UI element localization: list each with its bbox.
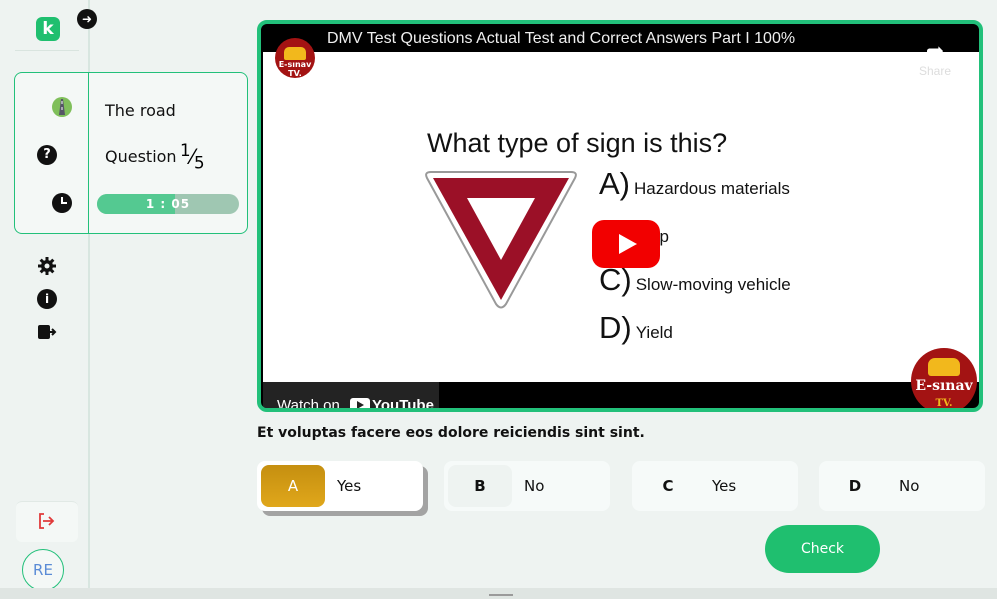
timer-text: 1 : 05 xyxy=(145,197,191,211)
exit-icon[interactable] xyxy=(36,511,56,531)
option-text: Hazardous materials xyxy=(634,179,790,198)
brand-sub: TV. xyxy=(935,398,953,409)
answer-value: Yes xyxy=(337,477,362,495)
video-frame-content: What type of sign is this? A) Hazardous m… xyxy=(263,52,979,408)
option-text: Slow-moving vehicle xyxy=(635,275,791,294)
answer-key: D xyxy=(848,477,862,495)
video-option-d: D) Yield xyxy=(599,310,673,346)
yield-sign-icon xyxy=(425,171,577,309)
exit-card xyxy=(16,501,78,542)
resize-handle[interactable] xyxy=(489,594,513,596)
youtube-logo-icon: YouTube xyxy=(349,382,434,412)
app-logo[interactable]: k xyxy=(36,17,60,41)
lesson-panel: The road Question 1⁄5 1 : 05 xyxy=(88,72,248,234)
question-total: 5 xyxy=(193,153,205,173)
arrow-right-icon[interactable]: ➜ xyxy=(77,9,97,29)
channel-logo: E-sınav TV. xyxy=(911,348,977,409)
option-text: Yield xyxy=(635,323,673,342)
car-icon xyxy=(928,358,960,376)
answer-a[interactable]: A Yes xyxy=(257,461,423,511)
question-current: 1 xyxy=(180,141,191,160)
share-button[interactable]: ➦ Share xyxy=(919,38,951,78)
question-text: Et voluptas facere eos dolore reiciendis… xyxy=(257,425,645,441)
check-button[interactable]: Check xyxy=(765,525,880,573)
play-icon[interactable] xyxy=(592,220,660,268)
avatar[interactable]: RE xyxy=(22,549,64,591)
watch-on-label: Watch on xyxy=(277,397,340,412)
timer-bar: 1 : 05 xyxy=(97,194,239,214)
question-icon[interactable]: ? xyxy=(37,145,57,165)
answer-key: C xyxy=(662,477,674,495)
clock-icon[interactable] xyxy=(52,193,72,213)
answer-d[interactable]: D No xyxy=(819,461,985,511)
brand-text: E-sınav TV. xyxy=(911,378,977,409)
share-icon: ➦ xyxy=(925,38,945,63)
brand-name: E-sınav xyxy=(915,378,973,394)
option-letter: D) xyxy=(599,310,632,345)
road-icon[interactable] xyxy=(52,97,72,117)
question-counter: 1⁄5 xyxy=(180,141,205,173)
question-label: Question xyxy=(105,147,177,166)
channel-avatar[interactable]: E-sınav TV. xyxy=(275,38,315,78)
answer-key: A xyxy=(261,465,325,507)
video-title[interactable]: DMV Test Questions Actual Test and Corre… xyxy=(327,30,795,48)
logout-icon[interactable] xyxy=(37,322,57,342)
answer-value: No xyxy=(899,477,920,495)
nav-card: ? xyxy=(14,72,89,234)
channel-badge: E-sınav TV. xyxy=(278,60,312,78)
video-option-a: A) Hazardous materials xyxy=(599,166,790,202)
watch-on-youtube[interactable]: Watch on YouTube xyxy=(263,382,439,412)
video-player[interactable]: E-sınav TV. DMV Test Questions Actual Te… xyxy=(257,20,983,412)
share-label: Share xyxy=(918,64,951,78)
youtube-label: YouTube xyxy=(371,397,434,412)
answer-b[interactable]: B No xyxy=(444,461,610,511)
topic-title: The road xyxy=(105,101,176,120)
car-icon xyxy=(284,47,306,60)
answer-key: B xyxy=(448,465,512,507)
answer-c[interactable]: C Yes xyxy=(632,461,798,511)
answer-value: Yes xyxy=(712,477,737,495)
answer-value: No xyxy=(524,477,545,495)
info-icon[interactable]: i xyxy=(37,289,57,309)
gear-icon[interactable] xyxy=(37,256,57,276)
option-letter: A) xyxy=(599,166,630,201)
divider xyxy=(15,50,79,51)
video-heading: What type of sign is this? xyxy=(427,128,728,158)
